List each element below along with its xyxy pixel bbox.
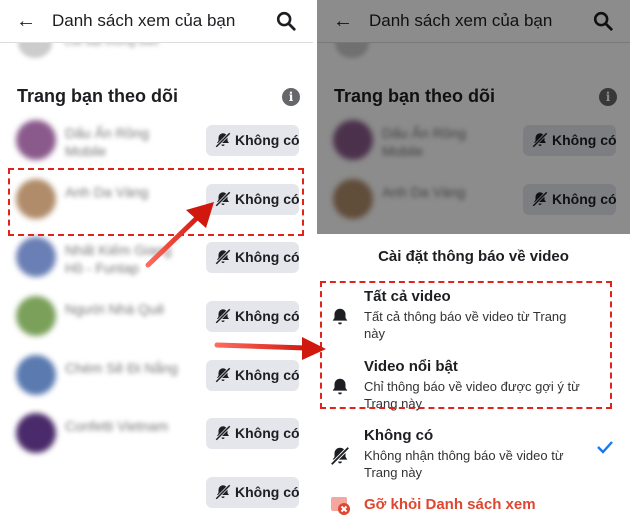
notification-button-label: Không có: [235, 308, 300, 324]
notification-button[interactable]: Không có: [206, 360, 300, 391]
search-icon[interactable]: [275, 10, 297, 32]
notification-button-label: Không có: [235, 484, 300, 500]
notification-button[interactable]: Không có: [206, 301, 300, 332]
sheet-title: Cài đặt thông báo về video: [378, 248, 569, 265]
option-title: Không có: [364, 427, 434, 444]
remove-label: Gỡ khỏi Danh sách xem: [364, 496, 536, 513]
remove-from-watchlist-button[interactable]: Gỡ khỏi Danh sách xem: [329, 490, 619, 518]
bell-off-icon: [329, 445, 351, 467]
info-icon[interactable]: i: [282, 88, 300, 106]
bell-off-icon: [214, 307, 232, 325]
section-title: Trang bạn theo dõi: [17, 86, 178, 106]
option-description: Không nhận thông báo về video từ Trang n…: [364, 448, 564, 480]
page-row: Chém Sẽ Đi Nắng Không có: [0, 349, 313, 407]
notification-button-label: Không có: [235, 132, 300, 148]
highlight-box: [320, 281, 612, 409]
page-avatar: [16, 413, 56, 453]
page-title: Danh sách xem của bạn: [52, 11, 236, 30]
bell-off-icon: [214, 483, 232, 501]
back-arrow-icon[interactable]: ←: [16, 10, 36, 32]
page-name: Nhất Kiếm Giang Hồ - Funtap: [65, 242, 172, 276]
page-avatar: [16, 237, 56, 277]
page-name: Confetti Vietnam: [65, 418, 169, 434]
page-row: Nhất Kiếm Giang Hồ - Funtap Không có: [0, 231, 313, 289]
page-row: Người Nhà Quê Không có: [0, 290, 313, 348]
bell-off-icon: [214, 424, 232, 442]
dim-overlay[interactable]: [317, 0, 630, 234]
notification-button[interactable]: Không có: [206, 242, 300, 273]
notification-button[interactable]: Không có: [206, 418, 300, 449]
notification-button-label: Không có: [235, 425, 300, 441]
page-name: Chém Sẽ Đi Nắng: [65, 360, 178, 376]
right-screen: ← Danh sách xem của bạn Trang bạn theo d…: [317, 0, 630, 532]
remove-list-icon: [331, 497, 350, 515]
highlight-box: [8, 168, 304, 236]
page-name: Người Nhà Quê: [65, 301, 165, 317]
page-row: Confetti Vietnam Không có: [0, 407, 313, 465]
notification-button[interactable]: Không có: [206, 125, 300, 156]
bell-off-icon: [214, 131, 232, 149]
left-screen: Cài đặt thông báo ← Danh sách xem của bạ…: [0, 0, 313, 532]
page-avatar: [16, 120, 56, 160]
bell-off-icon: [214, 248, 232, 266]
page-name: Dấu Ấn Rồng Mobile: [65, 125, 150, 159]
notification-button[interactable]: Không có: [206, 477, 300, 508]
notification-button-label: Không có: [235, 367, 300, 383]
page-avatar: [16, 296, 56, 336]
notification-button-label: Không có: [235, 249, 300, 265]
top-bar: ← Danh sách xem của bạn: [0, 0, 313, 43]
page-row: Dấu Ấn Rồng Mobile Không có: [0, 114, 313, 172]
page-avatar: [16, 355, 56, 395]
bell-off-icon: [214, 366, 232, 384]
checkmark-icon: [597, 441, 613, 454]
page-row: Không có: [0, 466, 313, 524]
